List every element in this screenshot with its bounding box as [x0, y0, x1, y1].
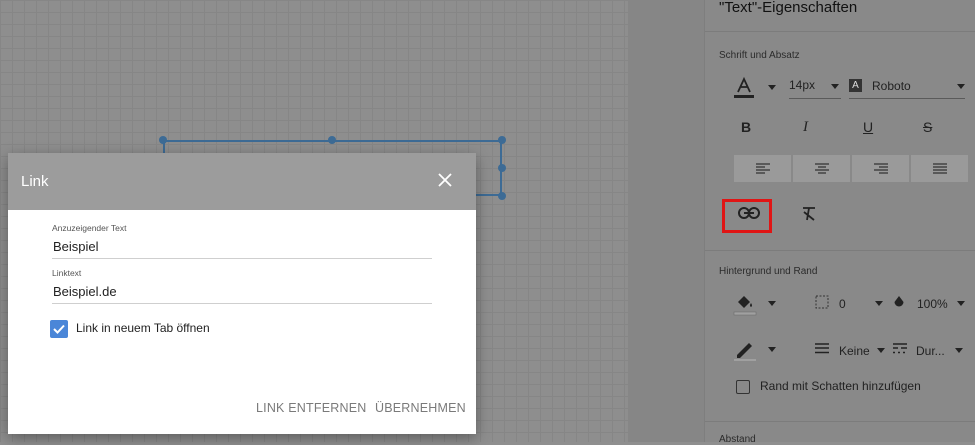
display-text-input[interactable]: Beispiel — [53, 239, 99, 254]
text-color-icon — [734, 76, 754, 98]
underline — [789, 98, 841, 99]
border-color-icon — [734, 343, 756, 361]
resize-handle-top-right[interactable] — [498, 136, 506, 144]
border-radius-select[interactable]: 0 — [815, 295, 883, 315]
resize-handle-top[interactable] — [328, 136, 336, 144]
shadow-checkbox[interactable] — [736, 380, 750, 394]
close-icon[interactable] — [436, 171, 454, 189]
shadow-label: Rand mit Schatten hinzufügen — [760, 379, 921, 393]
dialog-title: Link — [21, 173, 49, 190]
divider — [705, 31, 975, 32]
opacity-select[interactable]: 100% — [893, 295, 965, 315]
underline-button[interactable]: U — [863, 119, 873, 135]
section-spacing-label: Abstand — [719, 434, 756, 445]
canvas-gutter — [628, 0, 704, 442]
opacity-icon — [894, 296, 904, 307]
panel-title: "Text"-Eigenschaften — [719, 0, 858, 16]
divider — [705, 421, 975, 422]
clear-format-icon — [803, 207, 815, 221]
fill-color-icon — [733, 296, 757, 316]
align-justify-button[interactable] — [911, 155, 968, 182]
border-style-value: Keine — [839, 344, 870, 358]
checkbox-icon — [53, 324, 65, 334]
align-center-button[interactable] — [793, 155, 850, 182]
link-text-input[interactable]: Beispiel.de — [53, 284, 117, 299]
chevron-down-icon — [955, 348, 963, 353]
fill-color-picker[interactable] — [733, 292, 783, 316]
align-justify-icon — [932, 162, 947, 174]
link-text-underline — [52, 303, 432, 304]
strikethrough-icon: S — [923, 119, 933, 135]
border-dash-select[interactable]: Dur... — [893, 342, 965, 362]
bold-button[interactable]: B — [741, 119, 751, 135]
divider — [705, 250, 975, 251]
align-right-button[interactable] — [852, 155, 909, 182]
font-family-value: Roboto — [872, 79, 911, 93]
bold-icon: B — [741, 119, 752, 135]
chevron-down-icon — [768, 85, 776, 90]
new-tab-label: Link in neuem Tab öffnen — [76, 321, 210, 335]
border-color-picker[interactable] — [733, 338, 783, 362]
dialog-header: Link — [8, 153, 476, 210]
chevron-down-icon — [877, 348, 885, 353]
font-icon: A — [849, 79, 862, 92]
display-text-underline — [52, 258, 432, 259]
chevron-down-icon — [957, 301, 965, 306]
opacity-value: 100% — [917, 297, 948, 311]
border-radius-value: 0 — [839, 297, 846, 311]
link-text-label: Linktext — [52, 268, 82, 278]
chevron-down-icon — [768, 301, 776, 306]
border-weight-select[interactable]: Keine — [815, 342, 887, 362]
align-left-icon — [755, 162, 770, 174]
border-weight-icon — [815, 343, 829, 354]
clear-format-button[interactable] — [801, 207, 817, 226]
underline — [849, 98, 965, 99]
align-center-icon — [814, 162, 829, 174]
chevron-down-icon — [957, 84, 965, 89]
text-color-picker[interactable] — [733, 76, 783, 98]
section-background-label: Hintergrund und Rand — [719, 266, 818, 277]
font-family-select[interactable]: A Roboto — [849, 78, 965, 99]
resize-handle-right[interactable] — [498, 164, 506, 172]
font-size-select[interactable]: 14px — [789, 78, 841, 99]
font-size-value: 14px — [789, 78, 816, 92]
border-dash-icon — [893, 343, 907, 354]
border-radius-icon — [815, 295, 829, 309]
resize-handle-bottom-right[interactable] — [498, 192, 506, 200]
chevron-down-icon — [768, 347, 776, 352]
italic-button[interactable]: I — [803, 119, 808, 136]
border-dash-value: Dur... — [916, 344, 945, 358]
resize-handle-top-left[interactable] — [159, 136, 167, 144]
link-dialog: Link Anzuzeigender Text Beispiel Linktex… — [8, 153, 476, 434]
apply-button[interactable]: ÜBERNEHMEN — [375, 401, 466, 415]
new-tab-checkbox[interactable] — [50, 320, 68, 338]
link-button-highlight — [722, 199, 772, 233]
underline-icon: U — [863, 119, 874, 135]
section-font-label: Schrift und Absatz — [719, 50, 800, 61]
italic-icon: I — [803, 119, 808, 135]
align-left-button[interactable] — [734, 155, 791, 182]
remove-link-button[interactable]: LINK ENTFERNEN — [256, 401, 366, 415]
display-text-label: Anzuzeigender Text — [52, 223, 127, 233]
chevron-down-icon — [831, 84, 839, 89]
align-right-icon — [873, 162, 888, 174]
chevron-down-icon — [875, 301, 883, 306]
strikethrough-button[interactable]: S — [923, 119, 932, 135]
